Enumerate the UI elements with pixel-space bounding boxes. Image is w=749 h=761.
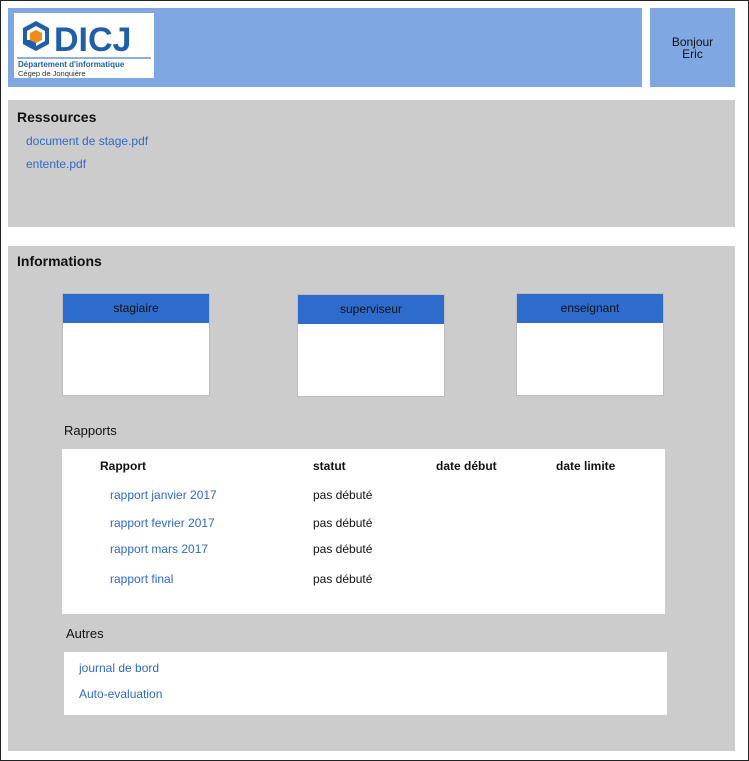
informations-panel: Informations stagiaire superviseur ensei… <box>8 246 735 751</box>
user-greeting: Bonjour Eric <box>650 8 735 87</box>
resource-link-stage-document[interactable]: document de stage.pdf <box>26 134 148 148</box>
logo-wordmark: DICJ <box>54 21 131 59</box>
report-status: pas débuté <box>313 516 373 530</box>
dicj-logo-graphic: DICJ Département d'informatique Cégep de… <box>17 21 151 78</box>
dicj-logo[interactable]: DICJ Département d'informatique Cégep de… <box>14 13 154 78</box>
journal-de-bord-link[interactable]: journal de bord <box>79 661 159 675</box>
auto-evaluation-link[interactable]: Auto-evaluation <box>79 687 162 701</box>
header-bar: DICJ Département d'informatique Cégep de… <box>8 8 642 87</box>
report-status: pas débuté <box>313 572 373 586</box>
role-header-stagiaire: stagiaire <box>63 294 209 323</box>
report-link-janvier-2017[interactable]: rapport janvier 2017 <box>110 488 217 502</box>
role-header-superviseur: superviseur <box>298 295 444 324</box>
report-link-final[interactable]: rapport final <box>110 572 173 586</box>
resource-link-entente[interactable]: entente.pdf <box>26 157 86 171</box>
report-status: pas débuté <box>313 542 373 556</box>
logo-line-1: Département d'informatique <box>18 60 125 69</box>
greeting-text: Bonjour <box>671 34 714 49</box>
resources-title: Ressources <box>17 109 97 125</box>
role-header-enseignant: enseignant <box>517 294 663 323</box>
role-card-superviseur: superviseur <box>297 294 445 397</box>
report-status: pas débuté <box>313 488 373 502</box>
reports-title: Rapports <box>64 423 117 438</box>
informations-title: Informations <box>17 253 102 269</box>
resources-panel: Ressources document de stage.pdf entente… <box>8 100 735 227</box>
report-link-fevrier-2017[interactable]: rapport fevrier 2017 <box>110 516 215 530</box>
others-box: journal de bord Auto-evaluation <box>64 652 667 715</box>
column-header-date-limite: date limite <box>556 459 616 473</box>
others-title: Autres <box>66 626 104 641</box>
column-header-date-debut: date début <box>436 459 497 473</box>
role-card-enseignant: enseignant <box>516 293 664 396</box>
logo-line-2: Cégep de Jonquière <box>18 69 86 78</box>
greeting-user-name: Eric <box>682 46 703 61</box>
reports-table: Rapport statut date début date limite ra… <box>62 449 665 614</box>
column-header-rapport: Rapport <box>100 459 146 473</box>
column-header-statut: statut <box>313 459 346 473</box>
role-card-stagiaire: stagiaire <box>62 293 210 396</box>
report-link-mars-2017[interactable]: rapport mars 2017 <box>110 542 208 556</box>
